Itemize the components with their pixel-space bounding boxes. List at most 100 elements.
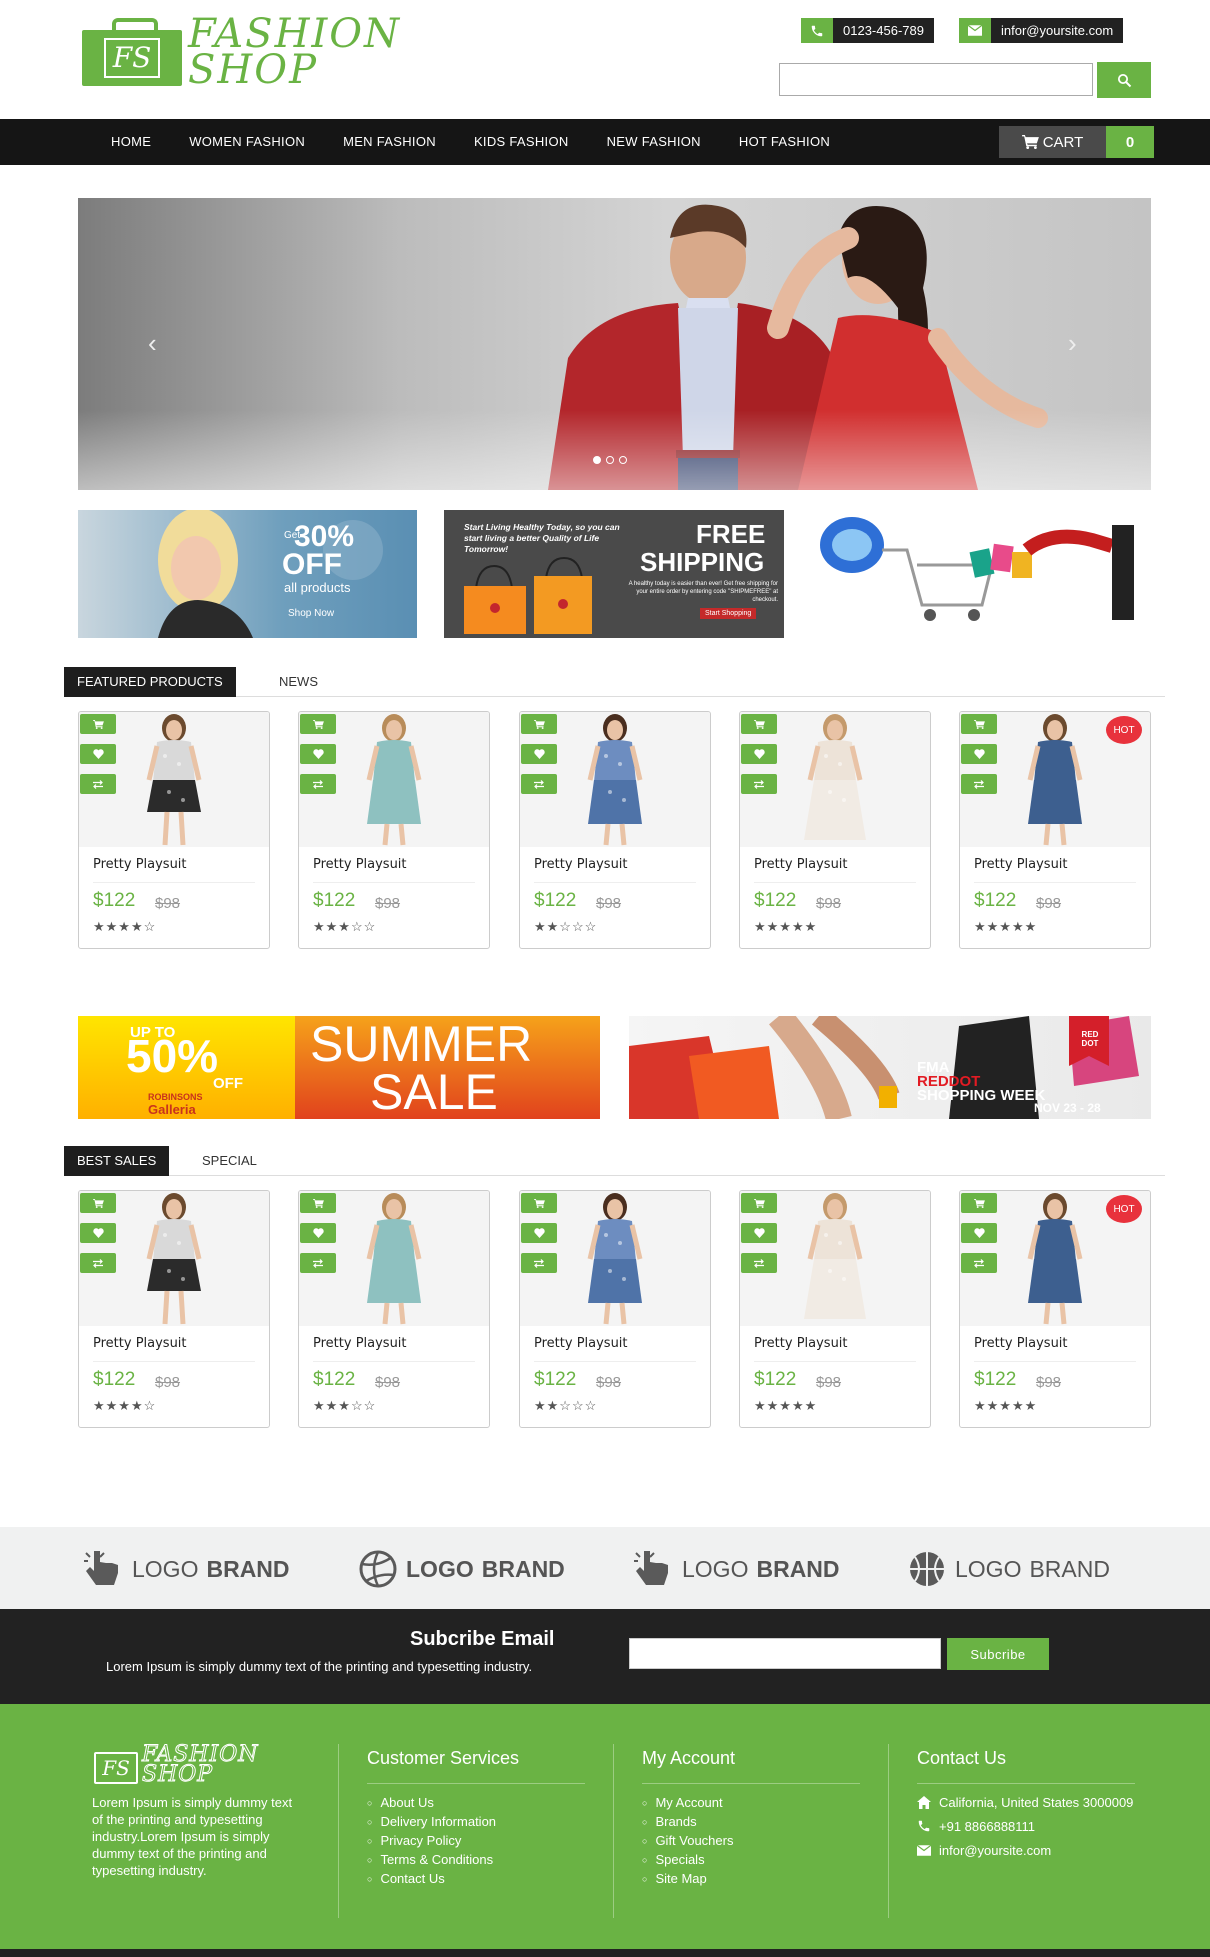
cart-icon [1021, 135, 1039, 149]
compare-icon [973, 779, 985, 789]
add-to-wishlist-button[interactable] [80, 1223, 116, 1243]
compare-button[interactable] [80, 774, 116, 794]
compare-button[interactable] [521, 1253, 557, 1273]
product-name[interactable]: Pretty Playsuit [754, 1336, 848, 1351]
nav-home[interactable]: HOME [92, 119, 170, 165]
product-name[interactable]: Pretty Playsuit [534, 857, 628, 872]
footer-email[interactable]: infor@yoursite.com [939, 1842, 1051, 1859]
add-to-wishlist-button[interactable] [521, 1223, 557, 1243]
footer-link-about-us[interactable]: About Us [367, 1794, 587, 1813]
promo-banner-online-shopping[interactable] [812, 510, 1151, 638]
brand-logo[interactable]: LOGO BRAND [632, 1549, 840, 1589]
email-chip[interactable]: infor@yoursite.com [959, 18, 1124, 43]
compare-button[interactable] [80, 1253, 116, 1273]
slider-dot[interactable] [619, 456, 627, 464]
add-to-wishlist-button[interactable] [961, 744, 997, 764]
add-to-wishlist-button[interactable] [300, 1223, 336, 1243]
tab-featured-products[interactable]: FEATURED PRODUCTS [64, 667, 236, 697]
hero-slider[interactable]: ‹ › [78, 198, 1151, 490]
promo2-start-shopping[interactable]: Start Shopping [700, 608, 757, 619]
slider-dot[interactable] [606, 456, 614, 464]
phone-chip[interactable]: 0123-456-789 [801, 18, 934, 43]
add-to-wishlist-button[interactable] [300, 744, 336, 764]
product-card[interactable]: Pretty Playsuit $122 $98 ★★★★★ [739, 711, 931, 949]
product-name[interactable]: Pretty Playsuit [974, 857, 1068, 872]
brand-logo[interactable]: LOGO BRAND [358, 1549, 565, 1589]
footer-link-privacy[interactable]: Privacy Policy [367, 1832, 587, 1851]
compare-button[interactable] [521, 774, 557, 794]
product-name[interactable]: Pretty Playsuit [93, 857, 187, 872]
compare-button[interactable] [741, 1253, 777, 1273]
tab-best-sales[interactable]: BEST SALES [64, 1146, 170, 1176]
promo-banner-discount[interactable]: Get 30% OFF all products Shop Now [78, 510, 417, 638]
product-name[interactable]: Pretty Playsuit [313, 857, 407, 872]
promo-banner-free-shipping[interactable]: Start Living Healthy Today, so you can s… [444, 510, 784, 638]
product-card[interactable]: Pretty Playsuit $122 $98 ★★★☆☆ [298, 711, 490, 949]
product-card[interactable]: HOT Pretty Playsuit $122 $98 ★★★★★ [959, 711, 1151, 949]
product-name[interactable]: Pretty Playsuit [313, 1336, 407, 1351]
add-to-cart-button[interactable] [741, 1193, 777, 1213]
add-to-wishlist-button[interactable] [741, 744, 777, 764]
brand-logo[interactable]: LOGO BRAND [907, 1549, 1110, 1589]
subscribe-button[interactable]: Subcribe [947, 1638, 1049, 1670]
product-card[interactable]: Pretty Playsuit $122 $98 ★★★★☆ [78, 711, 270, 949]
footer-link-site-map[interactable]: Site Map [642, 1870, 862, 1889]
add-to-cart-button[interactable] [741, 714, 777, 734]
product-name[interactable]: Pretty Playsuit [534, 1336, 628, 1351]
product-card[interactable]: Pretty Playsuit $122 $98 ★★☆☆☆ [519, 1190, 711, 1428]
add-to-cart-button[interactable] [521, 1193, 557, 1213]
tab-news[interactable]: NEWS [266, 667, 331, 697]
product-card[interactable]: HOT Pretty Playsuit $122 $98 ★★★★★ [959, 1190, 1151, 1428]
compare-button[interactable] [961, 1253, 997, 1273]
promo1-shop-now[interactable]: Shop Now [288, 608, 334, 619]
footer-link-delivery[interactable]: Delivery Information [367, 1813, 587, 1832]
footer-link-gift-vouchers[interactable]: Gift Vouchers [642, 1832, 862, 1851]
add-to-cart-button[interactable] [300, 714, 336, 734]
product-name[interactable]: Pretty Playsuit [93, 1336, 187, 1351]
add-to-wishlist-button[interactable] [741, 1223, 777, 1243]
product-card[interactable]: Pretty Playsuit $122 $98 ★★★★☆ [78, 1190, 270, 1428]
product-name[interactable]: Pretty Playsuit [974, 1336, 1068, 1351]
brand-logo[interactable]: LOGO BRAND [82, 1549, 290, 1589]
add-to-cart-button[interactable] [80, 1193, 116, 1213]
reddot-shopping-banner[interactable]: FMA REDDOT SHOPPING WEEK NOV 23 - 28 RED… [629, 1016, 1151, 1119]
footer-link-specials[interactable]: Specials [642, 1851, 862, 1870]
add-to-cart-button[interactable] [80, 714, 116, 734]
add-to-cart-button[interactable] [961, 1193, 997, 1213]
product-card[interactable]: Pretty Playsuit $122 $98 ★★☆☆☆ [519, 711, 711, 949]
nav-men-fashion[interactable]: MEN FASHION [324, 119, 455, 165]
footer-phone[interactable]: +91 8866888111 [939, 1818, 1035, 1835]
compare-button[interactable] [300, 1253, 336, 1273]
product-card[interactable]: Pretty Playsuit $122 $98 ★★★☆☆ [298, 1190, 490, 1428]
add-to-wishlist-button[interactable] [961, 1223, 997, 1243]
cart-button[interactable]: CART 0 [999, 126, 1154, 158]
slider-dot[interactable] [593, 456, 601, 464]
slider-prev-icon[interactable]: ‹ [148, 328, 157, 359]
footer-link-brands[interactable]: Brands [642, 1813, 862, 1832]
add-to-cart-button[interactable] [521, 714, 557, 734]
nav-hot-fashion[interactable]: HOT FASHION [720, 119, 849, 165]
nav-new-fashion[interactable]: NEW FASHION [588, 119, 720, 165]
footer-link-terms[interactable]: Terms & Conditions [367, 1851, 587, 1870]
add-to-cart-button[interactable] [300, 1193, 336, 1213]
add-to-wishlist-button[interactable] [521, 744, 557, 764]
search-button[interactable] [1097, 62, 1151, 98]
search-input[interactable] [779, 63, 1093, 96]
nav-kids-fashion[interactable]: KIDS FASHION [455, 119, 588, 165]
nav-women-fashion[interactable]: WOMEN FASHION [170, 119, 324, 165]
site-logo[interactable]: FS FASHION SHOP [82, 12, 452, 90]
subscribe-email-input[interactable] [629, 1638, 941, 1669]
footer-link-my-account[interactable]: My Account [642, 1794, 862, 1813]
compare-button[interactable] [741, 774, 777, 794]
add-to-cart-button[interactable] [961, 714, 997, 734]
slider-next-icon[interactable]: › [1068, 328, 1077, 359]
footer-link-contact[interactable]: Contact Us [367, 1870, 587, 1889]
summer-sale-banner[interactable]: UP TO 50% OFF ROBINSONS Galleria SUMMER … [78, 1016, 600, 1119]
compare-button[interactable] [300, 774, 336, 794]
footer-logo[interactable]: FS FASHION SHOP [92, 1743, 302, 1792]
add-to-wishlist-button[interactable] [80, 744, 116, 764]
product-card[interactable]: Pretty Playsuit $122 $98 ★★★★★ [739, 1190, 931, 1428]
compare-button[interactable] [961, 774, 997, 794]
product-name[interactable]: Pretty Playsuit [754, 857, 848, 872]
tab-special[interactable]: SPECIAL [189, 1146, 270, 1176]
